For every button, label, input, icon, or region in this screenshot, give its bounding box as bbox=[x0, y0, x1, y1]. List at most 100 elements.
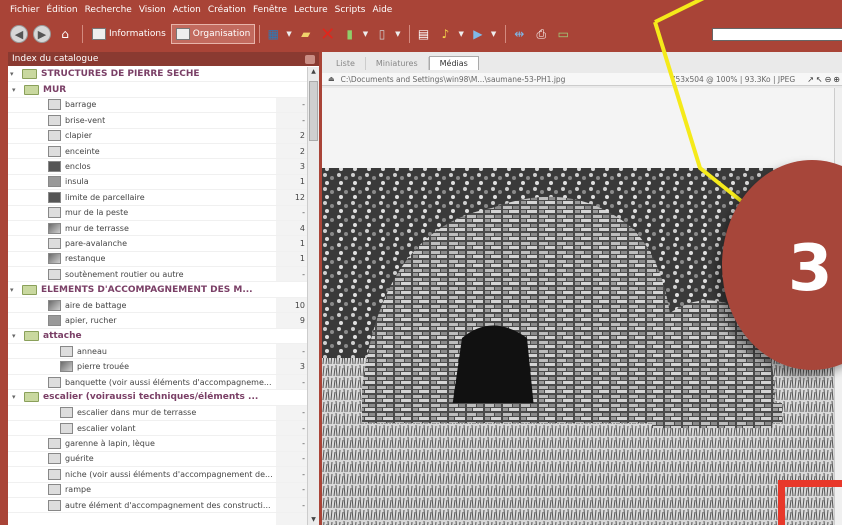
tree-item-row[interactable]: escalier volant - bbox=[8, 421, 307, 437]
tree-item-row[interactable]: limite de parcellaire 12 bbox=[8, 190, 307, 206]
tag-icon[interactable]: ▮ bbox=[341, 25, 359, 43]
expand-chevron-icon[interactable]: ▾ bbox=[12, 332, 16, 340]
tree-count: 2 bbox=[299, 131, 305, 141]
informations-toggle[interactable]: Informations bbox=[87, 24, 171, 44]
organisation-label: Organisation bbox=[192, 29, 251, 39]
tree-item-row[interactable]: pierre trouée 3 bbox=[8, 359, 307, 375]
tree-group-row[interactable]: ▾ ELEMENTS D'ACCOMPAGNEMENT DES M... bbox=[8, 282, 307, 298]
join-icon[interactable]: ⇹ bbox=[510, 25, 528, 43]
expand-chevron-icon[interactable]: ▾ bbox=[10, 70, 14, 78]
toolbar-separator bbox=[505, 25, 507, 43]
scrollbar-thumb[interactable] bbox=[309, 81, 318, 141]
slideshow-icon[interactable]: ▭ bbox=[554, 25, 572, 43]
tree-item-row[interactable]: autre élément d'accompagnement des const… bbox=[8, 498, 307, 514]
zoom-icons[interactable]: ↗↖⊖⊕ bbox=[807, 75, 842, 84]
tree-label: enceinte bbox=[65, 146, 100, 156]
expand-chevron-icon[interactable]: ▾ bbox=[10, 286, 14, 294]
tree-group-row[interactable]: ▾ STRUCTURES DE PIERRE SECHE bbox=[8, 67, 307, 83]
catalog-title: Index du catalogue bbox=[12, 54, 99, 64]
thumbnail-icon bbox=[48, 222, 61, 234]
tree-item-row[interactable]: restanque 1 bbox=[8, 252, 307, 268]
tree-item-row[interactable]: insula 1 bbox=[8, 175, 307, 191]
menu-item[interactable]: Recherche bbox=[85, 5, 132, 15]
tree-item-row[interactable]: soutènement routier ou autre - bbox=[8, 267, 307, 283]
movie-icon[interactable]: ▶ bbox=[469, 25, 487, 43]
menu-item[interactable]: Scripts bbox=[335, 5, 366, 15]
eject-icon[interactable]: ⏏ bbox=[328, 75, 335, 83]
delete-icon[interactable]: ✕ bbox=[319, 24, 337, 45]
tree-group-row[interactable]: ▾ MUR bbox=[8, 82, 307, 98]
scroll-down-icon[interactable]: ▼ bbox=[309, 515, 318, 525]
tree-item-row[interactable]: mur de la peste - bbox=[8, 206, 307, 221]
tree-group-row[interactable]: ▾ attache bbox=[8, 328, 307, 345]
tree-count: 12 bbox=[294, 192, 305, 202]
menu-item[interactable]: Fenêtre bbox=[253, 5, 287, 15]
chevron-down-icon[interactable]: ▼ bbox=[395, 30, 400, 38]
media-path-bar: ⏏ C:\Documents and Settings\win98\M...\s… bbox=[322, 73, 842, 86]
tab-1[interactable]: Miniatures bbox=[366, 57, 429, 70]
back-button[interactable]: ◀ bbox=[10, 23, 28, 45]
menu-item[interactable]: Action bbox=[173, 5, 201, 15]
tree-item-row[interactable]: rampe - bbox=[8, 483, 307, 498]
menu-item[interactable]: Vision bbox=[139, 5, 166, 15]
chevron-down-icon[interactable]: ▼ bbox=[458, 30, 463, 38]
tree-item-row[interactable]: clapier 2 bbox=[8, 129, 307, 144]
thumbnail-icon bbox=[48, 130, 61, 142]
chevron-down-icon[interactable]: ▼ bbox=[286, 30, 291, 38]
tree-count: - bbox=[302, 377, 305, 387]
tree-group-row[interactable]: ▾ escalier (voiraussi techniques/éléments… bbox=[8, 390, 307, 406]
export-icon[interactable]: ▦ bbox=[264, 25, 282, 43]
tree-item-row[interactable]: apier, rucher 9 bbox=[8, 313, 307, 329]
menu-item[interactable]: Aide bbox=[372, 5, 392, 15]
folder-open-icon[interactable]: ▰ bbox=[297, 25, 315, 43]
tree-item-row[interactable]: anneau - bbox=[8, 344, 307, 360]
tree-item-row[interactable]: pare-avalanche 1 bbox=[8, 236, 307, 252]
tree-item-row[interactable]: banquette (voir aussi éléments d'accompa… bbox=[8, 375, 307, 391]
tree-count: - bbox=[302, 454, 305, 464]
informations-icon bbox=[92, 28, 106, 40]
chevron-down-icon[interactable]: ▼ bbox=[491, 30, 496, 38]
tree-count: - bbox=[302, 469, 305, 479]
tree-item-row[interactable]: enceinte 2 bbox=[8, 144, 307, 160]
pin-icon[interactable] bbox=[305, 54, 315, 64]
tree-item-row[interactable]: niche (voir aussi éléments d'accompagnem… bbox=[8, 467, 307, 483]
tree-count: - bbox=[302, 408, 305, 418]
menu-item[interactable]: Lecture bbox=[294, 5, 328, 15]
tab-0[interactable]: Liste bbox=[326, 57, 366, 70]
thumbnail-icon bbox=[48, 99, 61, 111]
attach-icon[interactable]: ▯ bbox=[373, 25, 391, 43]
menu-item[interactable]: Création bbox=[208, 5, 246, 15]
thumbnail-icon bbox=[48, 145, 61, 157]
import-icon[interactable]: ♪ bbox=[436, 25, 454, 43]
organisation-toggle[interactable]: Organisation bbox=[170, 24, 256, 44]
tree-item-row[interactable]: escalier dans mur de terrasse - bbox=[8, 406, 307, 421]
search-input[interactable] bbox=[712, 28, 842, 41]
tree-count: - bbox=[302, 423, 305, 433]
menu-item[interactable]: Édition bbox=[46, 5, 77, 15]
tree-item-row[interactable]: brise-vent - bbox=[8, 113, 307, 129]
print-icon[interactable]: ⎙ bbox=[532, 25, 550, 43]
tree-item-row[interactable]: barrage - bbox=[8, 98, 307, 114]
thumbnail-icon bbox=[48, 314, 61, 326]
tree-item-row[interactable]: guérite - bbox=[8, 452, 307, 468]
tree-item-row[interactable]: enclos 3 bbox=[8, 159, 307, 175]
forward-button[interactable]: ▶ bbox=[33, 23, 51, 45]
tree-count: - bbox=[302, 269, 305, 279]
home-icon[interactable]: ⌂ bbox=[56, 25, 74, 43]
chevron-down-icon[interactable]: ▼ bbox=[363, 30, 368, 38]
tree-count: 2 bbox=[299, 146, 305, 156]
tree-item-row[interactable]: mur de terrasse 4 bbox=[8, 221, 307, 237]
edit-icon[interactable]: ▤ bbox=[414, 25, 432, 43]
thumbnail-icon bbox=[48, 253, 61, 265]
toolbar-separator bbox=[82, 25, 83, 43]
thumbnail-icon bbox=[60, 422, 73, 434]
catalog-scrollbar[interactable]: ▲ ▼ bbox=[307, 67, 319, 525]
tree-item-row[interactable]: garenne à lapin, lèque - bbox=[8, 436, 307, 452]
menu-item[interactable]: Fichier bbox=[10, 5, 39, 15]
tab-2[interactable]: Médias bbox=[428, 56, 479, 70]
tree-item-row[interactable]: aire de battage 10 bbox=[8, 298, 307, 314]
expand-chevron-icon[interactable]: ▾ bbox=[12, 86, 16, 94]
expand-chevron-icon[interactable]: ▾ bbox=[12, 393, 16, 401]
scroll-up-icon[interactable]: ▲ bbox=[309, 67, 318, 77]
app-window: Fichier Édition Recherche Vision Action Créat… bbox=[0, 0, 842, 525]
